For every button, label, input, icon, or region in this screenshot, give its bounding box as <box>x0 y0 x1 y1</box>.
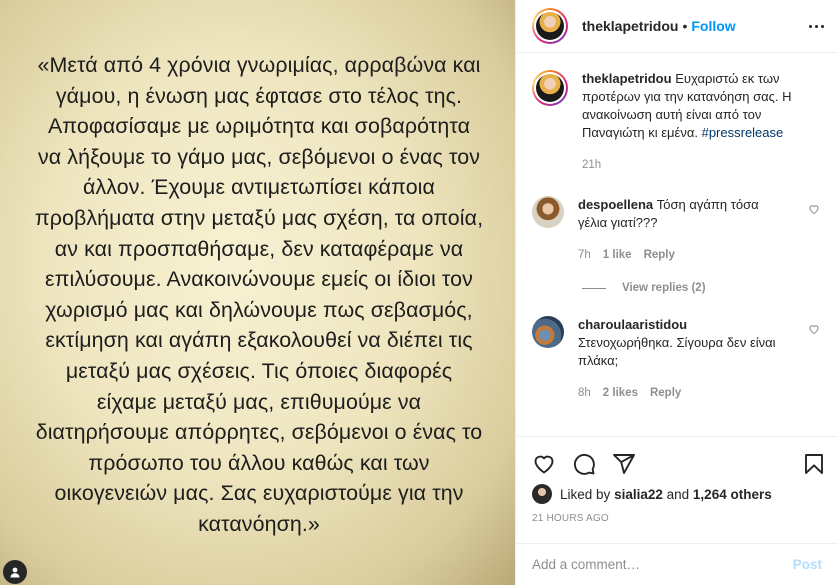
more-options-icon[interactable] <box>804 16 828 36</box>
comment-item: despoellena Τόση αγάπη τόσα γέλια γιατί?… <box>516 196 838 264</box>
comment-likes-link[interactable]: 1 like <box>603 246 632 264</box>
comment-likes-link[interactable]: 2 likes <box>603 384 638 402</box>
comment-username[interactable]: despoellena <box>578 197 653 212</box>
heart-icon[interactable] <box>808 322 820 340</box>
share-icon[interactable] <box>612 452 636 476</box>
comment-username[interactable]: charoulaaristidou <box>578 317 687 332</box>
avatar[interactable] <box>532 196 564 228</box>
bookmark-icon[interactable] <box>802 452 826 476</box>
post-text-line: άλλον. Έχουμε αντιμετωπίσει κάποια <box>82 175 436 200</box>
likes-prefix: Liked by <box>560 486 611 502</box>
comment-time: 8h <box>578 387 591 399</box>
avatar[interactable] <box>532 70 568 106</box>
post-image-text: «Μετά από 4 χρόνια γνωριμίας, αρραβώνα κ… <box>24 50 494 540</box>
post-text-line: εκτίμηση και αγάπη εξακολουθεί να διέπει… <box>45 328 473 353</box>
post-side-panel: theklapetridou • Follow theklapetridou Ε… <box>515 0 838 585</box>
comment-time: 7h <box>578 249 591 261</box>
hashtag-link[interactable]: #pressrelease <box>702 125 784 140</box>
tagged-user-icon[interactable] <box>3 560 27 584</box>
post-header: theklapetridou • Follow <box>516 0 838 53</box>
header-username[interactable]: theklapetridou <box>582 18 678 34</box>
comments-list[interactable]: theklapetridou Ευχαριστώ εκ των προτέρων… <box>516 54 838 436</box>
caption: theklapetridou Ευχαριστώ εκ των προτέρων… <box>516 54 838 174</box>
likes-others-link[interactable]: 1,264 others <box>693 487 772 502</box>
post-text-line: «Μετά από 4 χρόνια γνωριμίας, αρραβώνα κ… <box>37 53 481 77</box>
post-text-line: είχαμε μεταξύ μας, επιθυμούμε να <box>96 389 422 414</box>
avatar[interactable] <box>532 316 564 348</box>
post-text-line: προβλήματα στην μεταξύ μας σχέση, τα οπο… <box>34 205 484 230</box>
post-text-line: οικογενειών μας. Σας ευχαριστούμε για τη… <box>54 481 464 506</box>
post-actions: Liked by sialia22 and 1,264 others 21 HO… <box>516 436 838 585</box>
post-text-line: γάμου, η ένωση μας έφτασε στο τέλος της. <box>55 83 463 108</box>
liked-by-user[interactable]: sialia22 <box>614 487 663 502</box>
post-timestamp[interactable]: 21 HOURS AGO <box>516 513 838 524</box>
post-text-line: μεταξύ μας σχέσεις. Τις όποιες διαφορές <box>65 358 453 383</box>
post-image[interactable]: «Μετά από 4 χρόνια γνωριμίας, αρραβώνα κ… <box>0 0 515 585</box>
header-separator: • <box>682 18 688 34</box>
comment-icon[interactable] <box>572 452 596 476</box>
avatar[interactable] <box>532 8 568 44</box>
post-text-line: διατηρήσουμε απόρρητες, σεβόμενοι ο ένας… <box>35 420 483 445</box>
comment-text: Στενοχωρήθηκα. Σίγουρα δεν είναι πλάκα; <box>578 335 776 368</box>
likes-connector: and <box>666 486 690 502</box>
post-text-line: πρόσωπο του άλλου καθώς και των <box>88 450 430 475</box>
post-text-line: να λήξουμε το γάμο μας, σεβόμενοι ο ένας… <box>37 144 480 169</box>
add-comment-bar: Post <box>516 543 838 585</box>
post-comment-button[interactable]: Post <box>793 557 822 572</box>
post-text-line: χωρισμό μας και δηλώνουμε πως σεβασμός, <box>45 297 473 322</box>
reply-button[interactable]: Reply <box>650 384 681 402</box>
likes-summary: Liked by sialia22 and 1,264 others <box>516 483 838 505</box>
comment-item: charoulaaristidou Στενοχωρήθηκα. Σίγουρα… <box>516 316 838 402</box>
post-text-line: επιλύσουμε. Ανακοινώνουμε εμείς οι ίδιοι… <box>45 267 473 292</box>
post-text-line: κατανόηση.» <box>198 511 320 536</box>
comment-input[interactable] <box>532 557 793 572</box>
post-text-line: αν και προσπαθήσαμε, δεν καταφέραμε να <box>54 236 464 261</box>
view-replies-button[interactable]: View replies (2) <box>516 282 838 294</box>
caption-time: 21h <box>582 159 602 171</box>
view-replies-label: View replies (2) <box>622 282 706 294</box>
caption-username[interactable]: theklapetridou <box>582 71 672 86</box>
post-text-line: Αποφασίσαμε με ωριμότητα και σοβαρότητα <box>47 114 471 139</box>
heart-icon[interactable] <box>808 202 820 220</box>
action-bar <box>516 437 838 483</box>
reply-button[interactable]: Reply <box>644 246 675 264</box>
follow-button[interactable]: Follow <box>691 18 735 34</box>
like-heart-icon[interactable] <box>532 452 556 476</box>
avatar[interactable] <box>532 484 552 504</box>
